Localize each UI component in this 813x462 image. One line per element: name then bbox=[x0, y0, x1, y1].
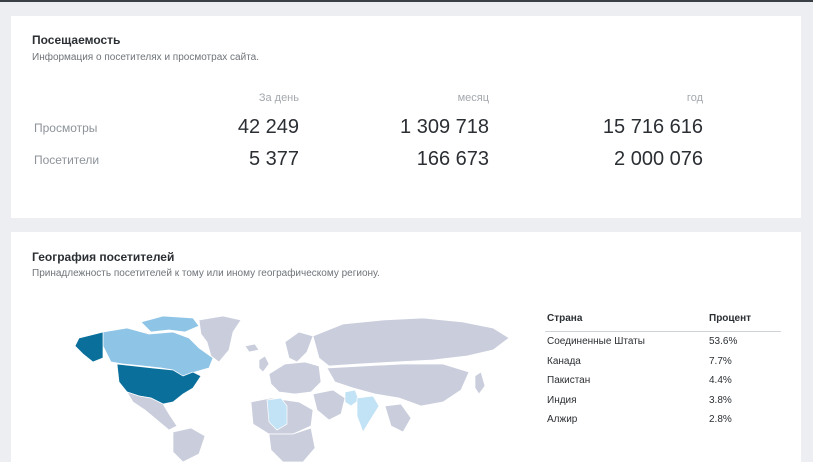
countries-table-header: Страна Процент bbox=[545, 313, 781, 332]
table-row[interactable]: Индия 3.8% bbox=[545, 391, 781, 411]
map-india[interactable] bbox=[356, 395, 380, 433]
map-iceland[interactable] bbox=[244, 343, 260, 353]
world-map[interactable] bbox=[23, 302, 523, 462]
column-header-year: год bbox=[686, 92, 703, 104]
countries-table: Страна Процент Соединенные Штаты 53.6% К… bbox=[545, 313, 781, 430]
country-percent: 4.4% bbox=[709, 375, 732, 387]
geo-subtitle: Принадлежность посетителей к тому или ин… bbox=[32, 268, 380, 279]
table-row[interactable]: Канада 7.7% bbox=[545, 352, 781, 372]
table-row[interactable]: Соединенные Штаты 53.6% bbox=[545, 332, 781, 352]
map-se-asia[interactable] bbox=[384, 403, 412, 433]
visitors-year: 2 000 076 bbox=[614, 148, 703, 170]
map-russia[interactable] bbox=[312, 317, 510, 367]
map-canada-islands[interactable] bbox=[140, 315, 200, 333]
row-label-views: Просмотры bbox=[34, 121, 98, 135]
map-middle-east[interactable] bbox=[312, 389, 346, 421]
table-row[interactable]: Пакистан 4.4% bbox=[545, 371, 781, 391]
country-name: Соединенные Штаты bbox=[547, 336, 645, 348]
row-label-visitors: Посетители bbox=[34, 153, 100, 167]
traffic-subtitle: Информация о посетителях и просмотрах са… bbox=[32, 52, 259, 63]
map-scandinavia[interactable] bbox=[284, 331, 314, 363]
country-name: Канада bbox=[547, 355, 581, 367]
views-day: 42 249 bbox=[237, 116, 299, 138]
geo-title: География посетителей bbox=[32, 250, 175, 264]
map-japan[interactable] bbox=[474, 371, 486, 395]
country-name: Индия bbox=[547, 394, 577, 406]
country-name: Алжир bbox=[547, 414, 578, 426]
visitors-month: 166 673 bbox=[416, 148, 489, 170]
country-percent: 53.6% bbox=[709, 336, 738, 348]
column-header-month: месяц bbox=[457, 92, 489, 104]
country-percent: 7.7% bbox=[709, 355, 732, 367]
views-month: 1 309 718 bbox=[400, 116, 489, 138]
visitors-day: 5 377 bbox=[248, 148, 299, 170]
header-country: Страна bbox=[547, 313, 583, 324]
country-percent: 3.8% bbox=[709, 394, 732, 406]
window-top-border bbox=[0, 0, 813, 2]
views-year: 15 716 616 bbox=[602, 116, 703, 138]
header-percent: Процент bbox=[709, 313, 752, 324]
table-row[interactable]: Алжир 2.8% bbox=[545, 410, 781, 430]
traffic-title: Посещаемость bbox=[32, 33, 121, 47]
map-europe[interactable] bbox=[268, 361, 322, 395]
country-name: Пакистан bbox=[547, 375, 591, 387]
traffic-card: Посещаемость Информация о посетителях и … bbox=[11, 16, 801, 218]
country-percent: 2.8% bbox=[709, 414, 732, 426]
map-south-america[interactable] bbox=[172, 427, 206, 462]
geo-card: География посетителей Принадлежность пос… bbox=[11, 232, 801, 462]
column-header-day: За день bbox=[258, 92, 299, 104]
map-uk[interactable] bbox=[258, 355, 270, 373]
map-alaska[interactable] bbox=[74, 331, 104, 363]
